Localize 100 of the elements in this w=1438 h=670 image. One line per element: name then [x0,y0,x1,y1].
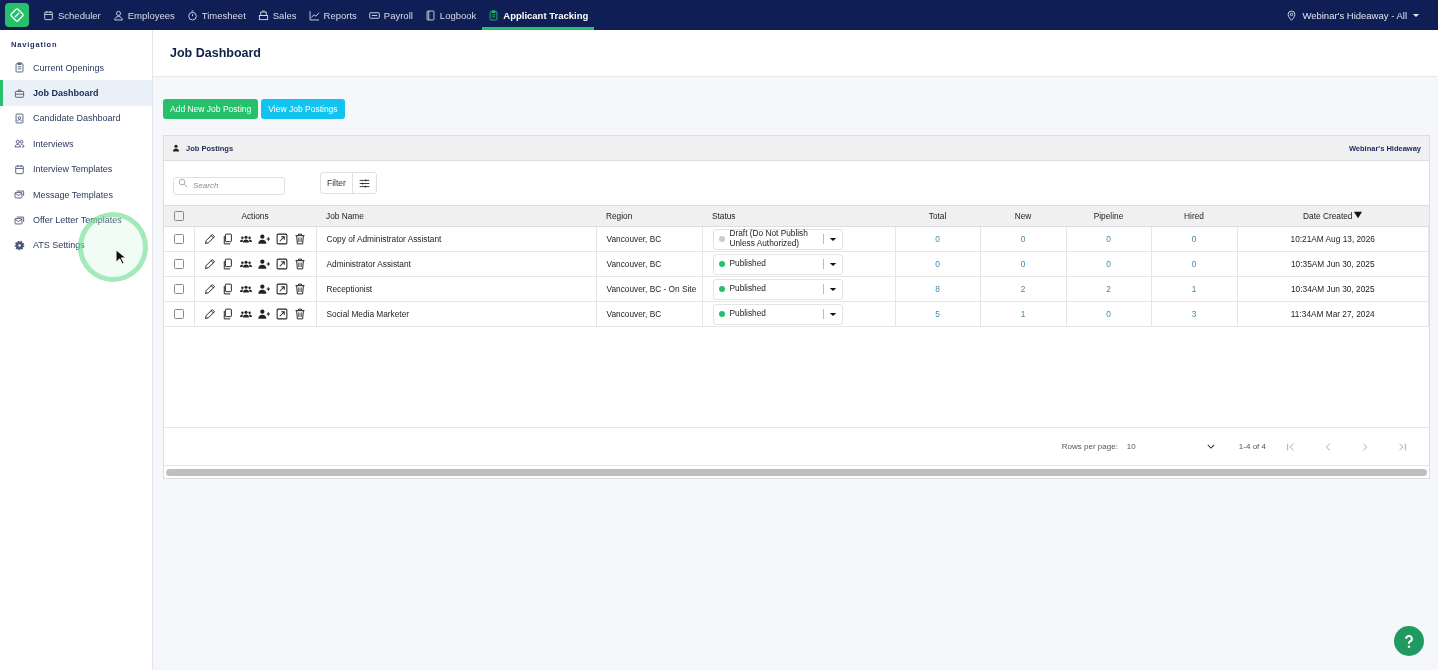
count-link[interactable]: 0 [935,259,940,269]
person-icon [172,144,180,152]
count-link[interactable]: 0 [935,234,940,244]
banknote-icon [368,9,380,21]
location-selector[interactable]: Webinar's Hideaway - All [1286,0,1438,30]
envelopes-icon [14,214,25,226]
count-link[interactable]: 0 [1020,234,1026,244]
column-header: Region [606,211,633,221]
pencil-icon[interactable] [204,283,216,295]
pencil-icon[interactable] [204,233,216,245]
count-link[interactable]: 1 [1191,284,1197,294]
pencil-icon[interactable] [204,258,216,270]
sidebar-item[interactable]: Interviews [0,131,152,157]
job-name: Social Media Marketer [326,309,410,319]
person-icon [112,9,124,21]
nav-tab[interactable]: Scheduler [37,0,107,30]
map-pin-icon [1286,9,1298,21]
region: Vancouver, BC [606,309,662,319]
nav-tab[interactable]: Sales [251,0,303,30]
people-icon[interactable] [240,258,252,270]
select-all-checkbox[interactable] [174,211,184,222]
nav-tab[interactable]: Payroll [362,0,419,30]
sidebar-item[interactable]: ATS Settings [0,232,152,259]
count-link[interactable]: 2 [1020,284,1026,294]
status-dropdown[interactable]: Published [712,303,843,325]
people-icon[interactable] [240,233,252,245]
add-person-icon[interactable] [258,233,270,245]
job-name: Administrator Assistant [326,259,411,269]
job-name: Receptionist [326,284,373,294]
count-link[interactable]: 1 [1020,309,1026,319]
scrollbar-thumb[interactable] [166,468,1427,476]
rows-per-page-label: Rows per page: [1061,442,1118,451]
trash-icon[interactable] [294,308,306,320]
people-icon[interactable] [240,308,252,320]
nav-tab[interactable]: Logbook [418,0,483,30]
count-link[interactable]: 0 [1191,259,1197,269]
sliders-icon [358,177,370,189]
sidebar-item[interactable]: Candidate Dashboard [0,105,152,132]
caret-icon [828,236,837,242]
region: Vancouver, BC - On Site [606,284,697,294]
nav-tab[interactable]: Reports [302,0,363,30]
caret-icon [828,261,837,267]
status-dropdown[interactable]: Published [712,253,843,275]
copy-icon[interactable] [222,233,234,245]
count-link[interactable]: 8 [935,284,940,294]
add-person-icon[interactable] [258,283,270,295]
external-link-icon[interactable] [276,308,288,320]
copy-icon[interactable] [222,308,234,320]
sidebar-item[interactable]: Interview Templates [0,156,152,182]
id-badge-icon [14,112,25,124]
count-link[interactable]: 0 [1106,234,1111,244]
external-link-icon[interactable] [276,258,288,270]
count-link[interactable]: 0 [1106,259,1111,269]
count-link[interactable]: 2 [1106,284,1111,294]
status-dropdown[interactable]: Published [712,278,843,300]
caret-icon [828,311,837,317]
row-checkbox[interactable] [173,259,184,270]
sidebar-item[interactable]: Current Openings [0,55,152,81]
sidebar-item[interactable]: Job Dashboard [0,80,152,106]
status-dropdown[interactable]: Draft (Do Not Publish Unless Authorized) [712,228,843,250]
search-field[interactable]: Search [173,176,285,195]
chart-icon [308,9,320,21]
external-link-icon[interactable] [276,283,288,295]
trash-icon[interactable] [294,233,306,245]
sidebar-item[interactable]: Message Templates [0,181,152,208]
column-header: Status [712,211,736,221]
caret-icon [1412,12,1420,18]
job-name: Copy of Administrator Assistant [326,234,442,244]
sidebar-item[interactable]: Offer Letter Templates [0,207,152,233]
trash-icon[interactable] [294,283,306,295]
pencil-icon[interactable] [204,308,216,320]
external-link-icon[interactable] [276,233,288,245]
count-link[interactable]: 0 [1020,259,1026,269]
cursor-icon [115,249,126,265]
count-link[interactable]: 3 [1191,309,1197,319]
row-checkbox[interactable] [173,234,184,245]
page-range: 1-4 of 4 [1238,442,1266,451]
app-logo[interactable] [5,3,29,27]
date-created: 11:34AM Mar 27, 2024 [1290,309,1375,319]
nav-tab[interactable]: Employees [106,0,181,30]
trash-icon[interactable] [294,258,306,270]
register-icon [257,9,269,21]
row-checkbox[interactable] [173,284,184,295]
row-checkbox[interactable] [173,309,184,320]
add-person-icon[interactable] [258,308,270,320]
count-link[interactable]: 0 [1106,309,1111,319]
copy-icon[interactable] [222,283,234,295]
date-created: 10:35AM Jun 30, 2025 [1291,259,1375,269]
add-person-icon[interactable] [258,258,270,270]
copy-icon[interactable] [222,258,234,270]
rows-per-page-select[interactable]: 10 [1126,442,1215,451]
sort-descending-icon [1354,211,1363,219]
count-link[interactable]: 0 [1191,234,1197,244]
people-icon[interactable] [240,283,252,295]
clipboard-icon [488,9,500,21]
envelopes-icon [14,189,25,201]
count-link[interactable]: 5 [935,309,940,319]
book-icon [424,9,436,21]
nav-tab[interactable]: Timesheet [180,0,252,30]
column-header[interactable]: Date Created [1303,211,1363,221]
